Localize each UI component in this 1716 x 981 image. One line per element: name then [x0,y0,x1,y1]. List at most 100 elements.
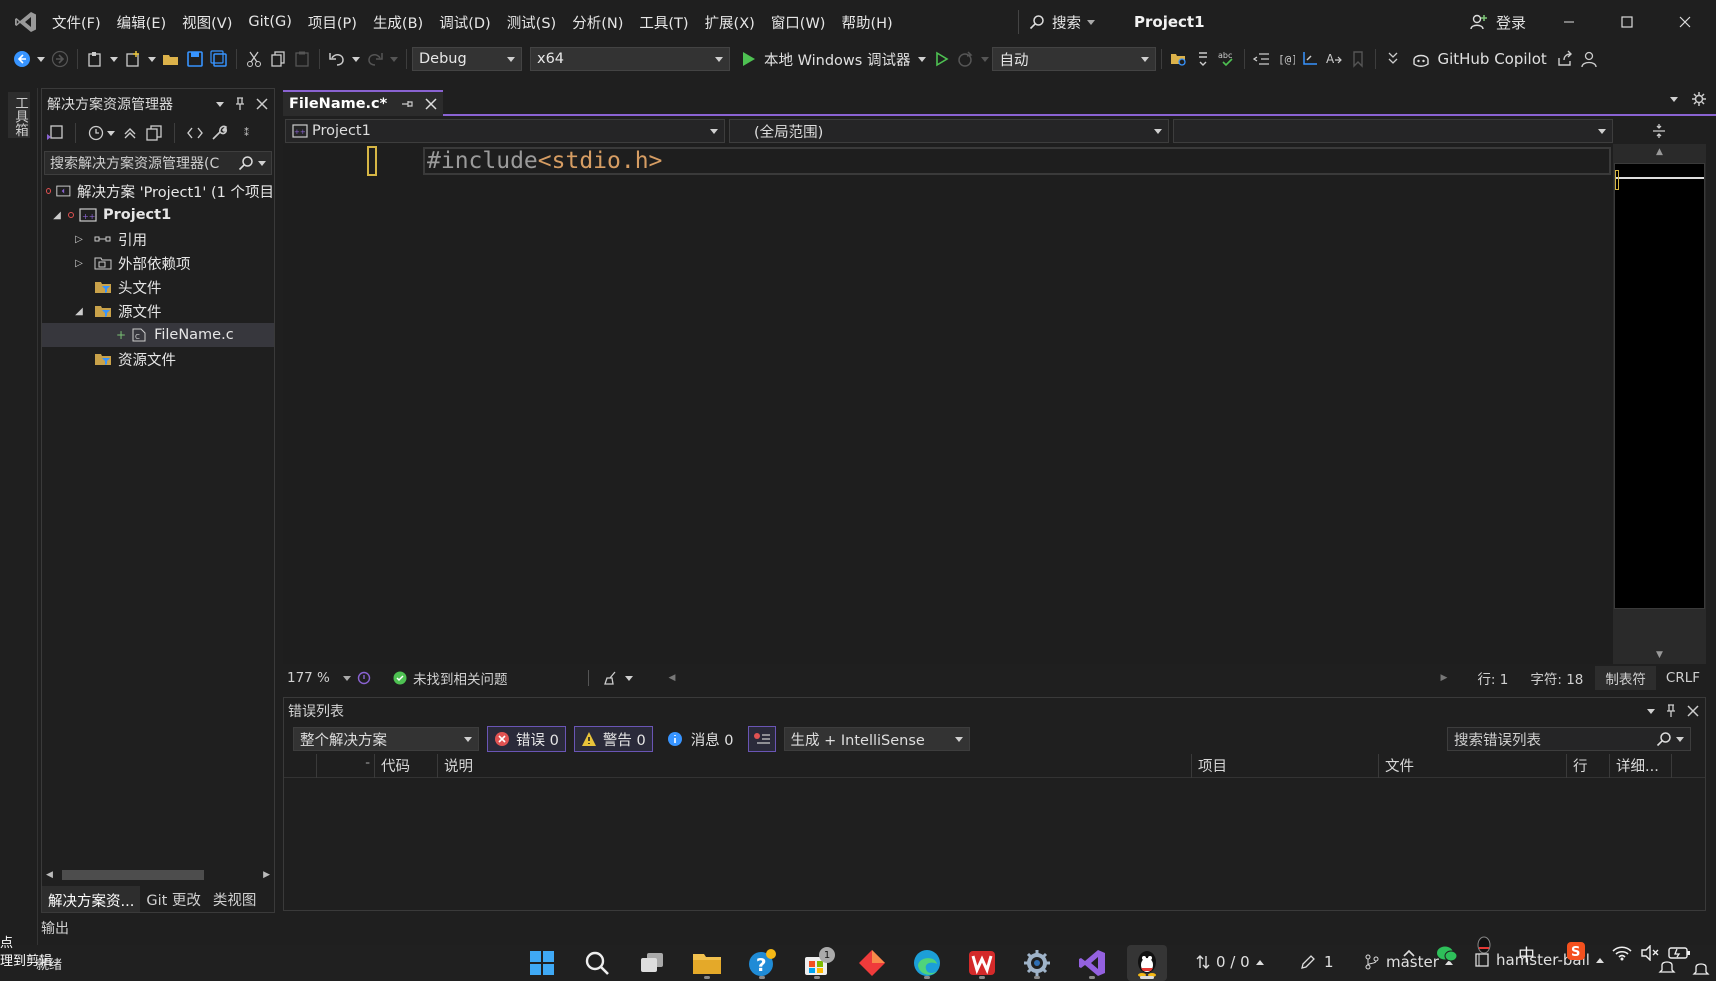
undo-button[interactable] [325,46,349,72]
project-navigation-select[interactable]: ++ Project1 [285,119,725,143]
toolbox-tab[interactable]: 工具箱 [8,92,30,138]
collapse-all-icon[interactable] [121,124,139,142]
find-in-files-button[interactable] [1167,46,1191,72]
comment-dropdown-button[interactable] [1191,46,1215,72]
window-position-icon[interactable] [1647,708,1655,714]
scroll-left-icon[interactable]: ◀ [669,673,676,683]
wechat-tray-icon[interactable] [1436,945,1458,963]
debug-mode-select[interactable]: 自动 [992,47,1157,71]
scroll-thumb[interactable] [61,870,204,880]
tree-item-source-files[interactable]: ◢ 源文件 [42,299,274,323]
notification-bell-icon[interactable] [1658,957,1676,975]
horizontal-scrollbar[interactable]: ◀ ▶ [42,866,274,884]
column-header-status[interactable] [316,753,348,778]
bookmark-button[interactable] [1346,46,1370,72]
error-list-search[interactable]: 搜索错误列表 [1447,727,1691,751]
tree-item-solution[interactable]: 解决方案 'Project1' (1 个项目 [42,179,274,203]
view-code-icon[interactable] [186,124,204,142]
admin-button[interactable] [1577,46,1601,72]
new-project-button[interactable] [83,46,107,72]
tree-item-resource-files[interactable]: 资源文件 [42,347,274,371]
issues-indicator[interactable]: 未找到相关问题 [393,668,508,688]
quick-info-button[interactable]: [@] [1274,46,1298,72]
chevron-down-icon[interactable] [110,56,118,62]
back-button[interactable] [10,46,34,72]
error-scope-select[interactable]: 整个解决方案 [293,727,479,751]
copilot-status-icon[interactable] [355,669,373,687]
messages-filter-button[interactable]: 消息 0 [661,726,740,752]
chevron-down-icon[interactable] [37,56,45,62]
menu-debug[interactable]: 调试(D) [431,0,498,44]
show-hidden-icons-button[interactable] [1402,947,1416,959]
sogou-tray-icon[interactable]: S [1566,941,1586,961]
github-copilot-button[interactable]: GitHub Copilot [1411,46,1547,72]
param-info-button[interactable] [1298,46,1322,72]
start-debugging-button[interactable]: 本地 Windows 调试器 [738,46,930,72]
file-explorer-button[interactable] [687,945,727,981]
toolbar-overflow-button[interactable] [1381,46,1405,72]
scroll-left-icon[interactable]: ◀ [42,870,57,880]
menu-analyze[interactable]: 分析(N) [564,0,631,44]
wps-button[interactable] [962,945,1002,981]
tab-list-dropdown-icon[interactable] [1670,96,1678,102]
chevron-down-icon[interactable] [107,130,115,136]
column-header-file[interactable]: 文件 [1378,753,1566,778]
chevron-down-icon[interactable] [352,56,360,62]
start-without-debugging-button[interactable] [930,46,954,72]
word-completion-button[interactable]: A [1322,46,1346,72]
menu-test[interactable]: 测试(S) [499,0,565,44]
tree-item-references[interactable]: ▷ 引用 [42,227,274,251]
menu-edit[interactable]: 编辑(E) [109,0,174,44]
wifi-icon[interactable] [1612,945,1632,961]
minimap-viewport[interactable] [1614,163,1705,609]
close-icon[interactable] [425,98,437,110]
menu-extensions[interactable]: 扩展(X) [697,0,763,44]
menu-window[interactable]: 窗口(W) [763,0,834,44]
menu-tools[interactable]: 工具(T) [631,0,696,44]
edge-button[interactable] [907,945,947,981]
menu-view[interactable]: 视图(V) [174,0,240,44]
column-header-project[interactable]: 项目 [1191,753,1378,778]
tab-class-view[interactable]: 类视图 [207,886,263,912]
column-header-details[interactable]: 详细... [1609,753,1672,778]
menu-help[interactable]: 帮助(H) [833,0,900,44]
menu-file[interactable]: 文件(F) [44,0,109,44]
build-filter-button[interactable] [747,726,776,752]
menu-project[interactable]: 项目(P) [300,0,365,44]
qq-tray-icon[interactable] [1476,936,1492,954]
sync-status[interactable]: 0 / 0 [1196,953,1264,971]
tab-solution-explorer[interactable]: 解决方案资... [42,886,141,912]
platform-select[interactable]: x64 [530,47,730,71]
volume-muted-icon[interactable] [1640,945,1660,961]
chevron-down-icon[interactable] [981,56,990,62]
scope-navigation-select[interactable]: (全局范围) [729,119,1169,143]
errors-filter-button[interactable]: 错误 0 [487,726,566,752]
column-header-line[interactable]: 行 [1566,753,1609,778]
search-taskbar-button[interactable] [577,945,617,981]
properties-wrench-icon[interactable] [210,124,228,142]
code-editor[interactable] [283,144,1613,664]
split-window-button[interactable] [1613,123,1705,139]
member-navigation-select[interactable] [1173,119,1613,143]
pin-icon[interactable] [1665,704,1677,718]
tree-item-filename-c[interactable]: + C FileName.c [42,323,274,347]
save-all-button[interactable] [207,46,231,72]
char-indicator[interactable]: 字符: 18 [1530,668,1583,688]
gear-icon[interactable] [1692,92,1706,106]
login-button[interactable]: 登录 [1470,0,1526,44]
zoom-select[interactable]: 177 % [283,670,355,686]
pin-icon[interactable] [234,97,246,111]
menu-git[interactable]: Git(G) [240,0,300,44]
expanded-triangle-icon[interactable]: ◢ [72,306,86,317]
error-source-select[interactable]: 生成 + IntelliSense [783,727,970,751]
store-button[interactable]: 1 [797,945,837,981]
overflow-icon[interactable]: ⁑ [244,128,249,139]
copy-button[interactable] [266,46,290,72]
scroll-right-icon[interactable]: ▶ [1441,673,1448,683]
minimize-button[interactable] [1540,0,1598,44]
visual-studio-logo-icon[interactable] [14,10,38,34]
tab-git-changes[interactable]: Git 更改 [140,886,207,912]
ime-indicator[interactable]: 中 [1518,941,1535,966]
start-button[interactable] [522,945,562,981]
help-app-button[interactable]: ? [742,945,782,981]
